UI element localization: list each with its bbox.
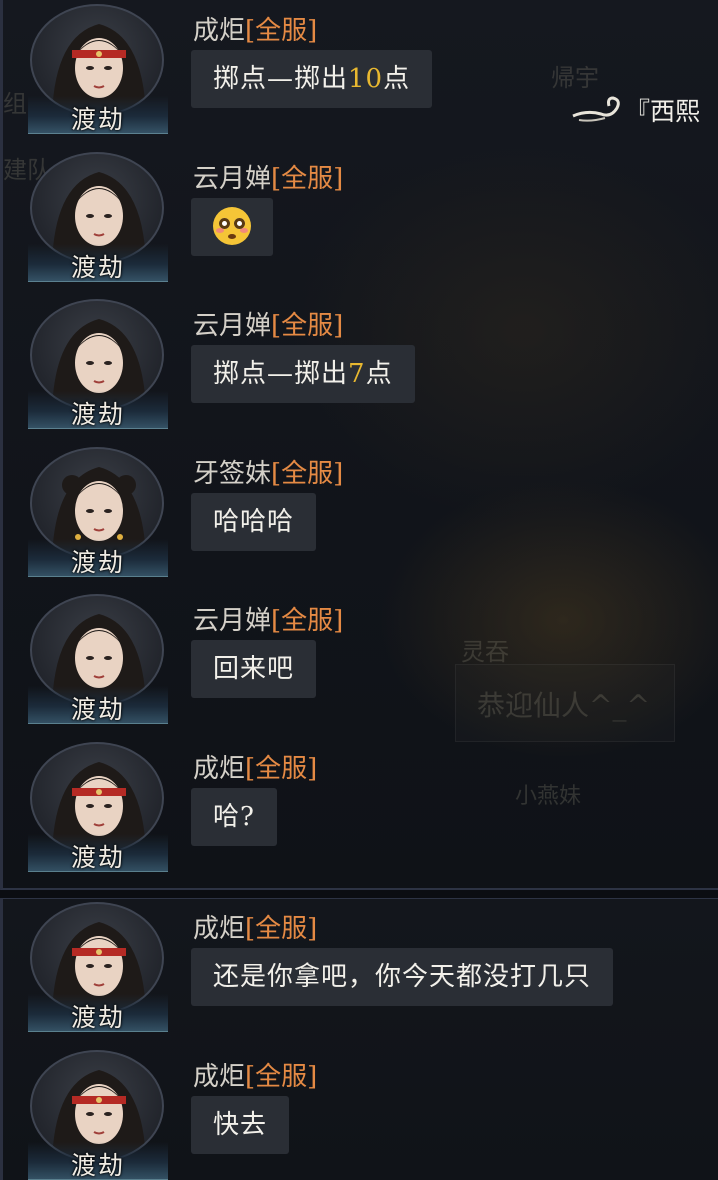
sender-line: 成炬[全服] bbox=[193, 1056, 317, 1093]
sender-line: 云月婵[全服] bbox=[193, 158, 343, 195]
message-text: 掷点—掷出 bbox=[213, 359, 349, 389]
player-title: 渡劫 bbox=[70, 548, 125, 577]
chat-message: 渡劫 云月婵[全服] 掷点—掷出7点 bbox=[0, 295, 718, 435]
message-text: 还是你拿吧，你今天都没打几只 bbox=[213, 962, 592, 992]
player-title: 渡劫 bbox=[70, 843, 125, 872]
message-bubble: 回来吧 bbox=[191, 640, 317, 698]
message-bubble: 哈? bbox=[191, 788, 277, 846]
server-tag: [全服] bbox=[271, 164, 344, 194]
chat-message: 渡劫 云月婵[全服] bbox=[0, 148, 718, 288]
sender-name[interactable]: 云月婵 bbox=[193, 164, 271, 194]
sender-name[interactable]: 成炬 bbox=[193, 914, 245, 944]
message-text: 哈哈哈 bbox=[213, 507, 295, 537]
message-text: 点 bbox=[383, 64, 411, 94]
message-bubble: 哈哈哈 bbox=[191, 493, 317, 551]
sender-line: 云月婵[全服] bbox=[193, 600, 343, 637]
avatar[interactable]: 渡劫 bbox=[28, 594, 168, 730]
message-bubble bbox=[191, 198, 273, 256]
avatar[interactable]: 渡劫 bbox=[28, 902, 168, 1038]
server-tag: [全服] bbox=[245, 914, 318, 944]
chat-message: 渡劫 成炬[全服] 掷点—掷出10点 bbox=[0, 0, 718, 140]
player-title: 渡劫 bbox=[70, 1003, 125, 1032]
dice-result: 7 bbox=[348, 359, 366, 389]
avatar[interactable]: 渡劫 bbox=[28, 152, 168, 288]
sender-name[interactable]: 成炬 bbox=[193, 16, 245, 46]
message-text: 点 bbox=[365, 359, 393, 389]
player-title: 渡劫 bbox=[70, 105, 125, 134]
chat-message: 渡劫 成炬[全服] 快去 bbox=[0, 1046, 718, 1180]
avatar[interactable]: 渡劫 bbox=[28, 447, 168, 583]
player-title: 渡劫 bbox=[70, 695, 125, 724]
avatar[interactable]: 渡劫 bbox=[28, 4, 168, 140]
chat-message: 渡劫 成炬[全服] 哈? bbox=[0, 738, 718, 878]
player-title: 渡劫 bbox=[70, 1151, 125, 1180]
message-bubble: 掷点—掷出7点 bbox=[191, 345, 415, 403]
server-tag: [全服] bbox=[245, 16, 318, 46]
message-text: 快去 bbox=[213, 1110, 268, 1140]
player-title: 渡劫 bbox=[70, 253, 125, 282]
sender-name[interactable]: 牙签妹 bbox=[193, 459, 271, 489]
avatar[interactable]: 渡劫 bbox=[28, 1050, 168, 1180]
message-bubble: 还是你拿吧，你今天都没打几只 bbox=[191, 948, 614, 1006]
chat-message: 渡劫 牙签妹[全服] 哈哈哈 bbox=[0, 443, 718, 583]
sender-line: 云月婵[全服] bbox=[193, 305, 343, 342]
sender-line: 牙签妹[全服] bbox=[193, 453, 343, 490]
message-text: 哈? bbox=[213, 802, 255, 832]
avatar[interactable]: 渡劫 bbox=[28, 742, 168, 878]
server-tag: [全服] bbox=[271, 311, 344, 341]
sender-name[interactable]: 云月婵 bbox=[193, 606, 271, 636]
message-text: 回来吧 bbox=[213, 654, 295, 684]
chat-message: 渡劫 云月婵[全服] 回来吧 bbox=[0, 590, 718, 730]
message-bubble: 掷点—掷出10点 bbox=[191, 50, 433, 108]
sender-line: 成炬[全服] bbox=[193, 908, 317, 945]
sender-line: 成炬[全服] bbox=[193, 10, 317, 47]
sender-name[interactable]: 云月婵 bbox=[193, 311, 271, 341]
dice-result: 10 bbox=[348, 64, 384, 94]
flushed-face-icon bbox=[213, 207, 251, 245]
message-bubble: 快去 bbox=[191, 1096, 290, 1154]
server-tag: [全服] bbox=[271, 459, 344, 489]
sender-name[interactable]: 成炬 bbox=[193, 1062, 245, 1092]
server-tag: [全服] bbox=[271, 606, 344, 636]
player-title: 渡劫 bbox=[70, 400, 125, 429]
avatar[interactable]: 渡劫 bbox=[28, 299, 168, 435]
server-tag: [全服] bbox=[245, 754, 318, 784]
message-text: 掷点—掷出 bbox=[213, 64, 349, 94]
server-tag: [全服] bbox=[245, 1062, 318, 1092]
chat-message: 渡劫 成炬[全服] 还是你拿吧，你今天都没打几只 bbox=[0, 898, 718, 1038]
sender-line: 成炬[全服] bbox=[193, 748, 317, 785]
sender-name[interactable]: 成炬 bbox=[193, 754, 245, 784]
